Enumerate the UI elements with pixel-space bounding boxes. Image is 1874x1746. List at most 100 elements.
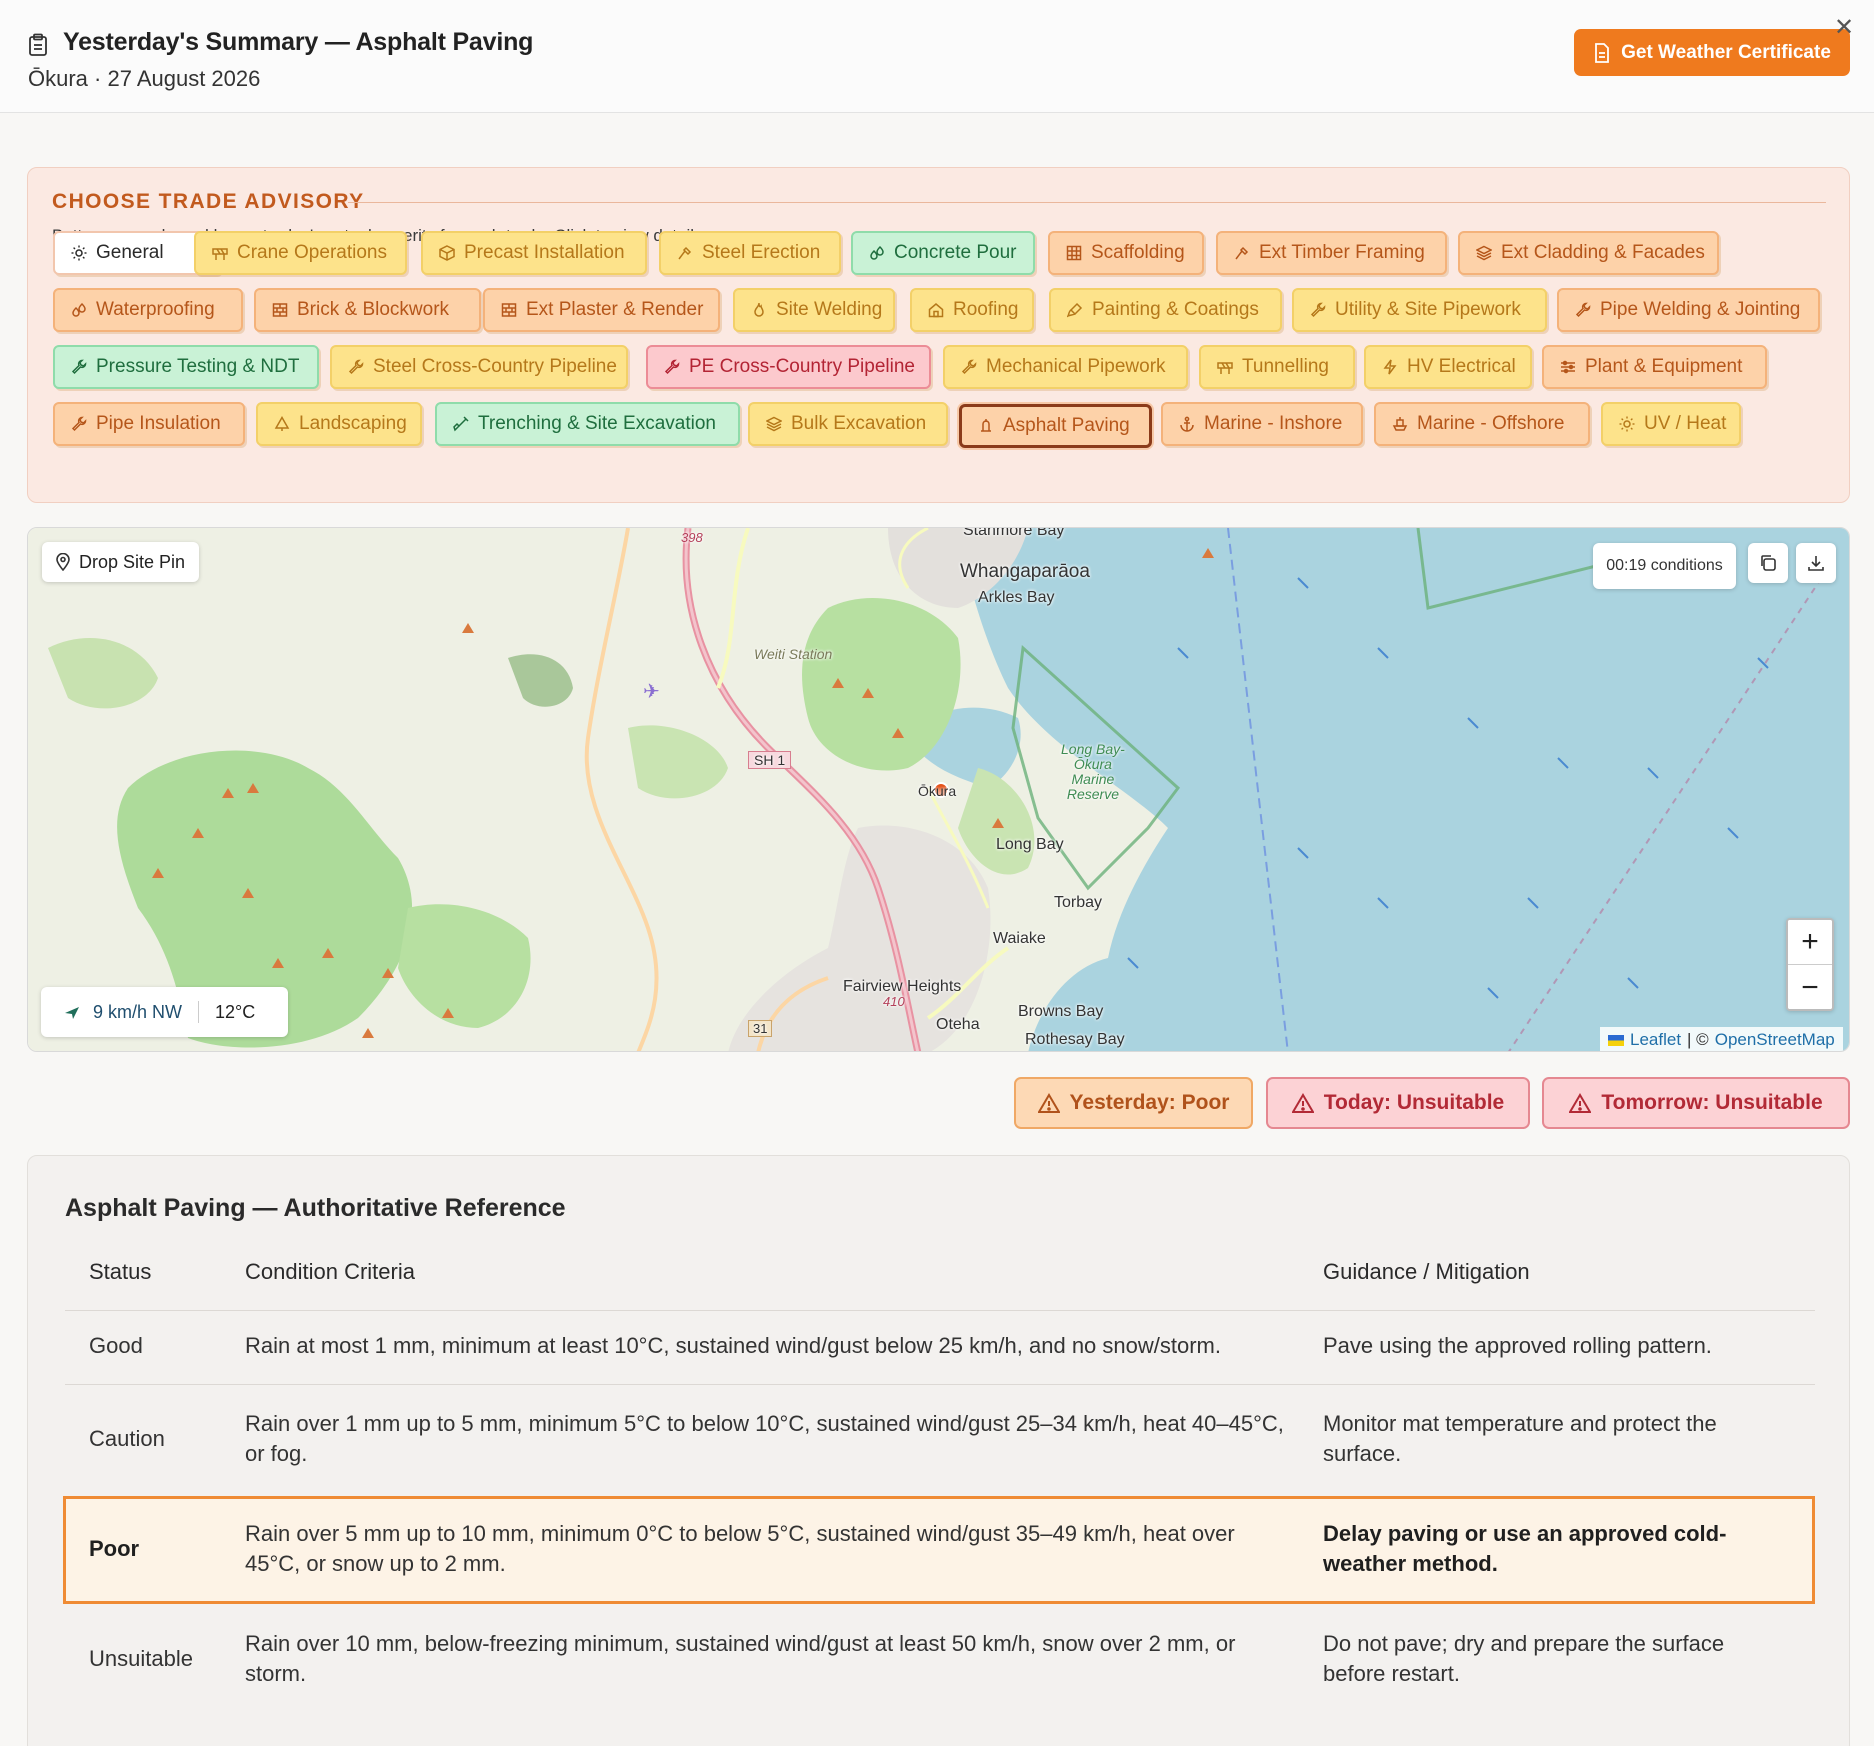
trade-chip-steel-erection[interactable]: Steel Erection (659, 231, 841, 275)
row-guidance: Delay paving or use an approved cold-wea… (1323, 1521, 1727, 1576)
warning-icon (1037, 1093, 1060, 1113)
divider (348, 202, 1826, 203)
trade-chip-label: Ext Plaster & Render (526, 299, 704, 320)
trade-chip-roofing[interactable]: Roofing (910, 288, 1034, 332)
trade-chip-landscaping[interactable]: Landscaping (256, 402, 422, 446)
trade-chip-label: Waterproofing (96, 299, 215, 320)
wrench-icon (1575, 302, 1591, 318)
wrench-icon (664, 359, 680, 375)
map-label: Ōkura (918, 783, 957, 799)
trade-chip-label: Bulk Excavation (791, 413, 927, 434)
shovel-icon (453, 416, 469, 432)
trade-chip-waterproofing[interactable]: Waterproofing (53, 288, 243, 332)
trade-chip-marine-offshore[interactable]: Marine - Offshore (1374, 402, 1590, 446)
trade-chip-label: Site Welding (776, 299, 883, 320)
zoom-out-button[interactable]: − (1788, 965, 1832, 1009)
trade-chip-bulk-excavation[interactable]: Bulk Excavation (748, 402, 948, 446)
trade-chip-marine-inshore[interactable]: Marine - Inshore (1161, 402, 1363, 446)
zoom-in-button[interactable]: + (1788, 920, 1832, 965)
row-criteria: Rain over 5 mm up to 10 mm, minimum 0°C … (245, 1521, 1235, 1576)
trade-chip-plant-equipment[interactable]: Plant & Equipment (1542, 345, 1767, 389)
trade-chip-ext-timber-framing[interactable]: Ext Timber Framing (1216, 231, 1447, 275)
table-row: Unsuitable Rain over 10 mm, below-freezi… (65, 1606, 1815, 1716)
trade-chip-uv-heat[interactable]: UV / Heat (1601, 402, 1741, 446)
trade-chip-pipe-welding-jointing[interactable]: Pipe Welding & Jointing (1557, 288, 1820, 332)
clipboard-icon (29, 33, 47, 56)
wind-readout: 9 km/h NW 12°C (41, 987, 288, 1037)
row-criteria: Rain over 1 mm up to 5 mm, minimum 5°C t… (245, 1411, 1284, 1466)
trade-chip-asphalt-paving[interactable]: Asphalt Paving (959, 404, 1152, 448)
warning-icon (1291, 1093, 1314, 1113)
reference-panel: Asphalt Paving — Authoritative Reference… (27, 1155, 1850, 1746)
trade-chip-label: HV Electrical (1407, 356, 1516, 377)
row-guidance: Monitor mat temperature and protect the … (1323, 1411, 1717, 1466)
trade-chip-label: Utility & Site Pipework (1335, 299, 1521, 320)
table-row: Good Rain at most 1 mm, minimum at least… (65, 1310, 1815, 1384)
trade-chip-scaffolding[interactable]: Scaffolding (1048, 231, 1204, 275)
zap-icon (1383, 359, 1397, 375)
drop-site-pin-button[interactable]: Drop Site Pin (42, 542, 200, 582)
download-button[interactable] (1796, 543, 1836, 583)
layers-icon (766, 416, 782, 432)
get-weather-certificate-button[interactable]: Get Weather Certificate (1574, 29, 1850, 76)
temperature: 12°C (215, 1001, 256, 1022)
sun-icon (71, 245, 87, 261)
trade-chip-ext-plaster-render[interactable]: Ext Plaster & Render (483, 288, 720, 332)
close-icon[interactable]: ✕ (1834, 16, 1854, 40)
sliders-icon (1561, 360, 1575, 374)
trade-chip-label: Steel Erection (702, 242, 821, 263)
wrench-icon (71, 416, 87, 432)
trade-chip-ext-cladding-facades[interactable]: Ext Cladding & Facades (1458, 231, 1719, 275)
openstreetmap-link[interactable]: OpenStreetMap (1715, 1030, 1835, 1050)
trade-chip-label: Trenching & Site Excavation (478, 413, 716, 434)
map-label: Rothesay Bay (1025, 1031, 1125, 1048)
today-status-label: Today: Unsuitable (1323, 1091, 1505, 1114)
trade-chip-mechanical-pipework[interactable]: Mechanical Pipework (943, 345, 1188, 389)
map-label: 31 (748, 1020, 773, 1037)
trade-chip-painting-coatings[interactable]: Painting & Coatings (1049, 288, 1282, 332)
row-guidance: Pave using the approved rolling pattern. (1323, 1333, 1712, 1358)
trade-chip-utility-site-pipework[interactable]: Utility & Site Pipework (1292, 288, 1547, 332)
trade-chip-concrete-pour[interactable]: Concrete Pour (851, 231, 1035, 275)
site-map[interactable]: ✈ Stanmore Bay Whangaparāoa Arkles Bay W… (27, 527, 1850, 1052)
barrier-icon (1217, 362, 1233, 374)
advisory-title: CHOOSE TRADE ADVISORY (52, 190, 365, 213)
cert-button-label: Get Weather Certificate (1621, 41, 1831, 63)
leaflet-link[interactable]: Leaflet (1630, 1030, 1681, 1050)
trade-chip-pe-cross-country-pipeline[interactable]: PE Cross-Country Pipeline (646, 345, 931, 389)
trade-chip-crane-operations[interactable]: Crane Operations (194, 231, 407, 275)
trade-chip-trenching-site-excavation[interactable]: Trenching & Site Excavation (435, 402, 740, 446)
trade-chip-label: Pipe Insulation (96, 413, 221, 434)
roller-icon (981, 419, 991, 432)
map-label: Browns Bay (1018, 1003, 1104, 1020)
trade-chip-pipe-insulation[interactable]: Pipe Insulation (53, 402, 245, 446)
map-label: 410 (883, 994, 905, 1009)
trade-chip-hv-electrical[interactable]: HV Electrical (1364, 345, 1532, 389)
attribution-separator: | © (1687, 1030, 1709, 1049)
row-status: Unsuitable (89, 1646, 193, 1671)
barrier-icon (212, 248, 228, 260)
map-label: Whangaparāoa (960, 561, 1090, 582)
anchor-icon (1180, 416, 1194, 432)
trade-chip-label: Pipe Welding & Jointing (1600, 299, 1801, 320)
hammer-icon (1235, 246, 1249, 260)
trade-chip-label: Painting & Coatings (1092, 299, 1259, 320)
map-pin-icon (56, 553, 70, 571)
trade-chip-pressure-testing-ndt[interactable]: Pressure Testing & NDT (53, 345, 319, 389)
trade-chip-label: Ext Cladding & Facades (1501, 242, 1705, 263)
row-status: Poor (89, 1536, 140, 1561)
trade-chip-steel-cross-country-pipeline[interactable]: Steel Cross-Country Pipeline (330, 345, 628, 389)
tree-icon (274, 416, 290, 431)
copy-button[interactable] (1748, 543, 1788, 583)
brick-icon (501, 303, 517, 317)
sun-icon (1619, 416, 1635, 432)
table-row-highlighted: Poor Rain over 5 mm up to 10 mm, minimum… (63, 1496, 1815, 1604)
wrench-icon (348, 359, 364, 375)
trade-chip-precast-installation[interactable]: Precast Installation (421, 231, 647, 275)
trade-chip-site-welding[interactable]: Site Welding (733, 288, 895, 332)
trade-chip-brick-blockwork[interactable]: Brick & Blockwork (254, 288, 481, 332)
trade-chip-label: Marine - Inshore (1204, 413, 1343, 434)
brick-icon (272, 303, 288, 317)
trade-chip-tunnelling[interactable]: Tunnelling (1199, 345, 1355, 389)
brush-icon (1067, 302, 1083, 318)
